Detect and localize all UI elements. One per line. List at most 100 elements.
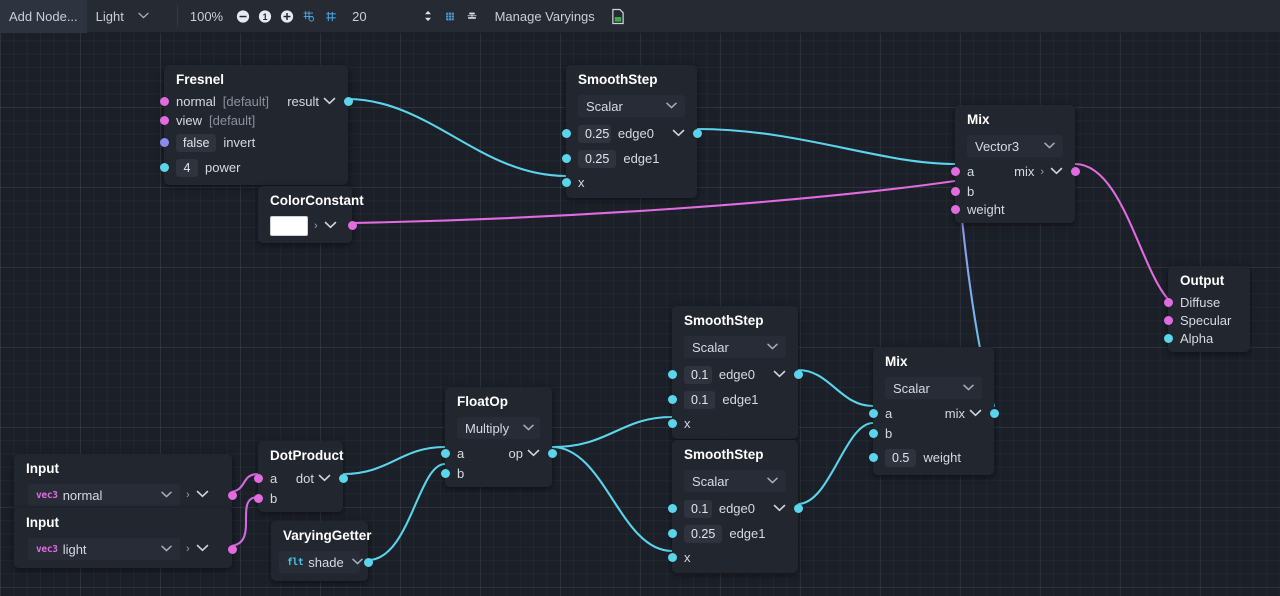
manage-varyings-button[interactable]: Manage Varyings	[483, 0, 607, 33]
node-row[interactable]: 4 power	[159, 155, 348, 180]
node-row[interactable]: view [default]	[159, 111, 348, 130]
chevron-down-icon[interactable]	[773, 503, 786, 515]
node-colorconstant[interactable]: ColorConstant ›	[258, 186, 364, 243]
node-input-normal[interactable]: Input vec3 normal ›	[14, 454, 237, 514]
node-row[interactable]: weight	[950, 200, 1075, 218]
input-port[interactable]	[159, 138, 169, 147]
chevron-down-icon[interactable]	[527, 448, 540, 460]
node-row[interactable]: 0.1 edge0	[667, 496, 803, 521]
type-select[interactable]: Scalar	[578, 95, 685, 117]
value-chip[interactable]: 0.25	[684, 524, 723, 543]
node-row[interactable]: vec3 light ›	[14, 535, 237, 563]
output-port[interactable]	[338, 474, 348, 483]
node-graph-canvas[interactable]: Fresnel normal [default] result view [de…	[0, 33, 1280, 596]
node-row[interactable]: b	[253, 489, 343, 507]
value-chip[interactable]: 0.1	[684, 499, 712, 518]
chevron-down-icon[interactable]	[323, 96, 336, 108]
grid-show-icon[interactable]	[320, 5, 342, 27]
node-row[interactable]: x	[667, 546, 798, 568]
input-port[interactable]	[253, 474, 263, 483]
node-input-light[interactable]: Input vec3 light ›	[14, 508, 237, 568]
sort-updown-icon[interactable]	[417, 5, 439, 27]
output-port[interactable]	[227, 490, 237, 500]
chevron-down-icon[interactable]	[196, 543, 209, 555]
expand-arrow-icon[interactable]: ›	[1040, 166, 1044, 178]
grid-size-value[interactable]: 20	[342, 0, 376, 33]
color-swatch[interactable]	[270, 215, 308, 236]
input-port[interactable]	[159, 163, 169, 172]
node-smoothstep-low[interactable]: SmoothStep Scalar 0.1 edge0 0.25 edge1 x	[667, 440, 803, 573]
node-row[interactable]: a op	[440, 443, 557, 464]
node-row[interactable]: vec3 normal ›	[14, 481, 237, 509]
node-row[interactable]: ›	[258, 213, 357, 238]
node-row[interactable]: 0.25 edge0	[561, 121, 702, 146]
input-port[interactable]	[950, 186, 960, 196]
node-row[interactable]: x	[667, 412, 798, 434]
input-port[interactable]	[667, 418, 677, 428]
chevron-down-icon[interactable]	[969, 408, 982, 420]
input-port[interactable]	[868, 409, 878, 418]
input-port[interactable]	[159, 97, 169, 106]
type-select[interactable]: Scalar	[684, 470, 786, 492]
input-port[interactable]	[868, 428, 878, 438]
input-port[interactable]	[1163, 315, 1173, 325]
input-port[interactable]	[440, 449, 450, 458]
value-chip[interactable]: 0.1	[684, 365, 712, 384]
operation-select[interactable]: Multiply	[457, 417, 540, 439]
value-chip[interactable]: 0.25	[578, 149, 617, 168]
input-port[interactable]	[667, 529, 677, 538]
export-file-icon[interactable]	[607, 5, 629, 27]
node-row[interactable]: b	[868, 424, 994, 442]
input-port[interactable]	[561, 177, 571, 187]
auto-layout-icon[interactable]	[439, 5, 461, 27]
node-row[interactable]: flt shade	[271, 548, 373, 576]
node-dotproduct[interactable]: DotProduct a dot b	[253, 441, 348, 512]
input-port[interactable]	[950, 204, 960, 214]
node-row[interactable]: 0.1 edge1	[667, 387, 798, 412]
node-mix-low[interactable]: Mix Scalar a mix b 0.5 weight	[868, 347, 999, 475]
node-fresnel[interactable]: Fresnel normal [default] result view [de…	[159, 65, 353, 185]
input-variable-select[interactable]: vec3 light	[28, 538, 180, 560]
type-select[interactable]: Vector3	[967, 135, 1063, 157]
node-row[interactable]: a mix ›	[950, 161, 1080, 182]
input-port[interactable]	[667, 552, 677, 562]
chevron-down-icon[interactable]	[773, 369, 786, 381]
output-port[interactable]	[347, 221, 357, 230]
node-smoothstep-mid[interactable]: SmoothStep Scalar 0.1 edge0 0.1 edge1 x	[667, 306, 803, 439]
input-port[interactable]	[667, 370, 677, 379]
node-row[interactable]: b	[950, 182, 1075, 200]
node-row[interactable]: Specular	[1163, 311, 1250, 329]
add-node-menu[interactable]: Add Node...	[0, 0, 87, 33]
input-port[interactable]	[1163, 297, 1173, 307]
zoom-in-icon[interactable]	[276, 5, 298, 27]
node-smoothstep-top[interactable]: SmoothStep Scalar 0.25 edge0 0.25 edge1 …	[561, 65, 702, 198]
value-chip[interactable]: false	[176, 133, 217, 152]
node-output[interactable]: Output Diffuse Specular Alpha	[1163, 266, 1250, 352]
node-row[interactable]: 0.1 edge0	[667, 362, 803, 387]
varying-select[interactable]: flt shade	[279, 551, 363, 573]
grid-snap-icon[interactable]	[298, 5, 320, 27]
chevron-down-icon[interactable]	[324, 220, 337, 232]
expand-arrow-icon[interactable]: ›	[186, 543, 190, 555]
chevron-down-icon[interactable]	[1050, 166, 1063, 178]
input-port[interactable]	[159, 116, 169, 125]
input-port[interactable]	[868, 453, 878, 462]
node-row[interactable]: normal [default] result	[159, 92, 353, 111]
input-port[interactable]	[667, 395, 677, 404]
input-port[interactable]	[561, 154, 571, 163]
chevron-down-icon[interactable]	[318, 473, 331, 485]
zoom-reset-icon[interactable]: 1	[254, 5, 276, 27]
input-port[interactable]	[667, 504, 677, 513]
value-chip[interactable]: 4	[176, 158, 198, 177]
type-select[interactable]: Scalar	[684, 336, 786, 358]
node-row[interactable]: 0.5 weight	[868, 445, 994, 470]
input-port[interactable]	[1163, 333, 1173, 343]
input-variable-select[interactable]: vec3 normal	[28, 484, 180, 506]
node-row[interactable]: Alpha	[1163, 329, 1250, 347]
input-port[interactable]	[950, 167, 960, 176]
chevron-down-icon[interactable]	[196, 489, 209, 501]
value-chip[interactable]: 0.1	[684, 390, 716, 409]
node-row[interactable]: a mix	[868, 403, 999, 424]
output-port[interactable]	[1070, 167, 1080, 176]
expand-arrow-icon[interactable]: ›	[186, 489, 190, 501]
